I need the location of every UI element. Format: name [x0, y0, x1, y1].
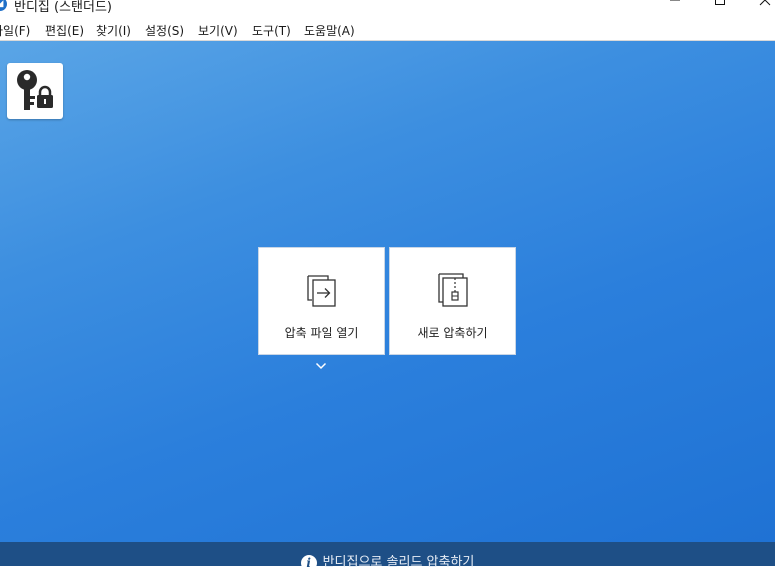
zip-file-icon	[438, 273, 468, 307]
open-archive-button[interactable]: 압축 파일 열기	[258, 247, 385, 355]
chevron-down-icon[interactable]	[315, 362, 327, 370]
minimize-button[interactable]	[655, 0, 695, 16]
status-bar: i 반디집으로 솔리드 압축하기	[0, 542, 775, 571]
main-workspace: 압축 파일 열기 새로 압축하기	[0, 41, 775, 542]
menu-bar: 파일(F) 편집(E) 찾기(I) 설정(S) 보기(V) 도구(T) 도움말(…	[0, 18, 775, 41]
new-archive-button[interactable]: 새로 압축하기	[389, 247, 516, 355]
menu-find[interactable]: 찾기(I)	[96, 22, 131, 39]
menu-tools[interactable]: 도구(T)	[252, 22, 291, 39]
menu-help[interactable]: 도움말(A)	[304, 22, 355, 39]
new-archive-label: 새로 압축하기	[417, 326, 488, 340]
close-icon	[759, 0, 771, 6]
window-title: 반디집 (스탠더드)	[14, 0, 112, 15]
minimize-icon	[670, 0, 680, 1]
app-icon: ◢	[0, 0, 7, 11]
close-button[interactable]	[745, 0, 775, 16]
open-archive-label: 압축 파일 열기	[284, 326, 359, 340]
title-bar: ◢ 반디집 (스탠더드)	[0, 0, 775, 18]
menu-view[interactable]: 보기(V)	[198, 22, 238, 39]
key-lock-icon	[17, 70, 53, 110]
solid-compress-link[interactable]: i 반디집으로 솔리드 압축하기	[0, 551, 775, 571]
status-text: 반디집으로 솔리드 압축하기	[322, 555, 475, 570]
menu-settings[interactable]: 설정(S)	[145, 22, 184, 39]
info-icon: i	[300, 554, 317, 571]
open-archive-icon	[307, 275, 336, 307]
menu-file[interactable]: 파일(F)	[0, 22, 30, 39]
menu-edit[interactable]: 편집(E)	[45, 22, 84, 39]
maximize-icon	[715, 0, 725, 5]
maximize-button[interactable]	[700, 0, 740, 16]
password-manager-button[interactable]	[7, 63, 63, 119]
